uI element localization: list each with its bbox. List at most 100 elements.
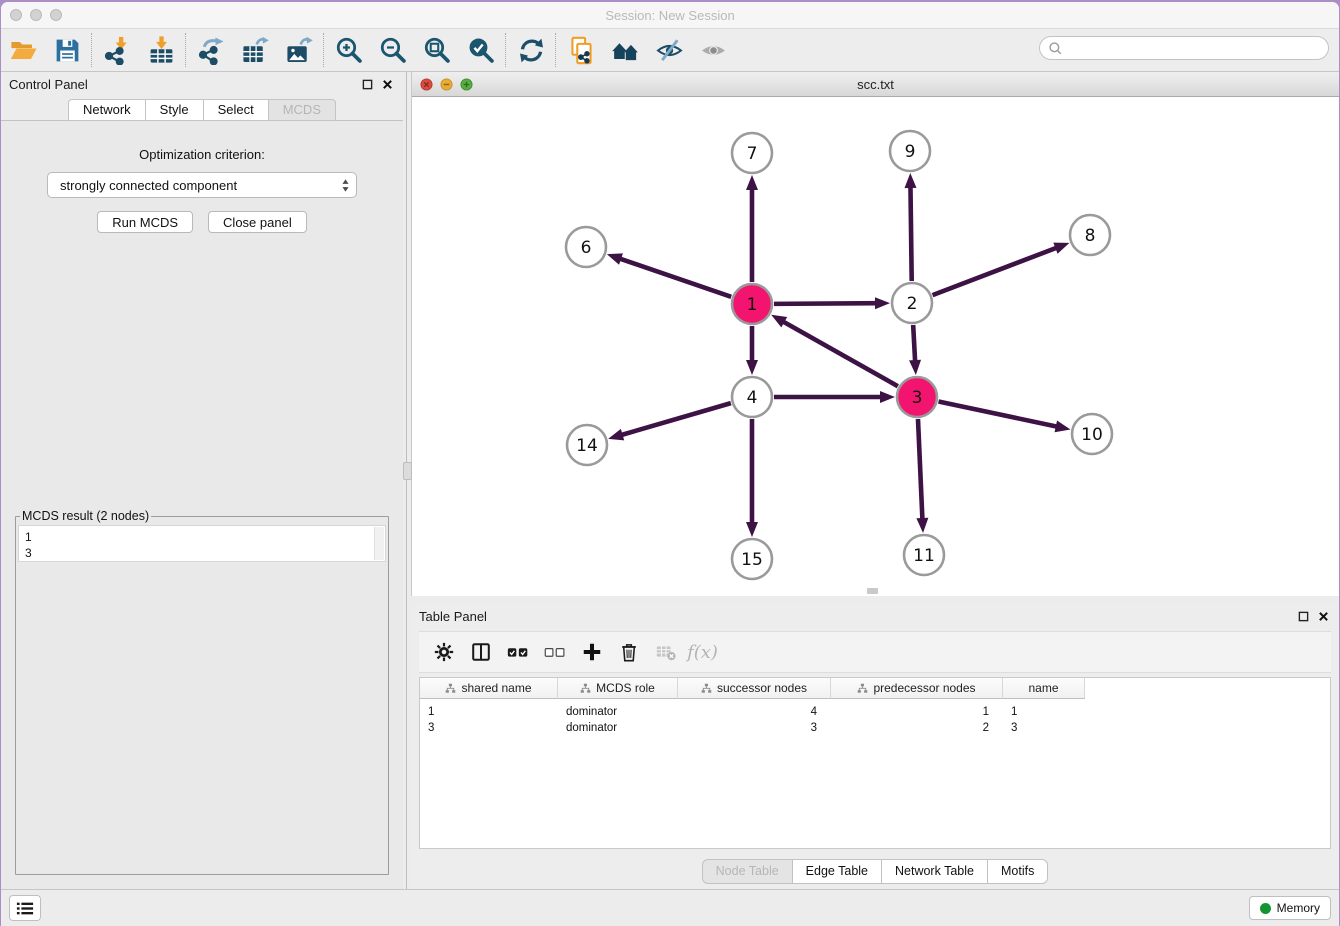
- network-window: scc.txt 7968124314101511: [411, 72, 1339, 596]
- eye-disabled-icon: [699, 36, 728, 65]
- toolbar-separator: [323, 33, 325, 67]
- refresh-layout-button[interactable]: [509, 32, 553, 68]
- create-column-button[interactable]: [573, 636, 610, 668]
- table-cell[interactable]: 3: [420, 722, 558, 734]
- panel-splitter[interactable]: [403, 72, 411, 889]
- edge-arrowhead-icon: [746, 360, 758, 375]
- app-window: Session: New Session: [1, 2, 1339, 926]
- maximize-network-button[interactable]: [460, 78, 473, 91]
- export-table-button[interactable]: [233, 32, 277, 68]
- column-header-name[interactable]: name: [1003, 678, 1085, 699]
- minimize-network-button[interactable]: [440, 78, 453, 91]
- float-table-panel-button[interactable]: [1295, 609, 1311, 625]
- edge-arrowhead-icon: [771, 315, 787, 328]
- search-input[interactable]: [1067, 40, 1328, 56]
- zoom-selected-button[interactable]: [459, 32, 503, 68]
- select-all-columns-button[interactable]: [499, 636, 536, 668]
- network-title: scc.txt: [412, 77, 1339, 92]
- duplicate-network-button[interactable]: [559, 32, 603, 68]
- table-cell[interactable]: 2: [831, 722, 1003, 734]
- delete-columns-button[interactable]: [610, 636, 647, 668]
- close-table-panel-button[interactable]: [1315, 609, 1331, 625]
- network-canvas[interactable]: 7968124314101511: [412, 97, 1339, 596]
- first-neighbors-button[interactable]: [603, 32, 647, 68]
- zoom-in-button[interactable]: [327, 32, 371, 68]
- run-mcds-button[interactable]: Run MCDS: [97, 211, 193, 233]
- result-scrollbar[interactable]: [374, 527, 384, 560]
- column-header-successor-nodes[interactable]: successor nodes: [678, 678, 831, 699]
- zoom-fit-button[interactable]: [415, 32, 459, 68]
- graph-edge-1-2[interactable]: [774, 303, 878, 304]
- hierarchy-sort-icon: [857, 683, 868, 694]
- table-cell[interactable]: dominator: [558, 722, 678, 734]
- save-session-button[interactable]: [45, 32, 89, 68]
- graph-edge-4-14[interactable]: [620, 403, 731, 435]
- table-tab-edge-table[interactable]: Edge Table: [792, 859, 882, 884]
- tab-mcds[interactable]: MCDS: [268, 99, 336, 121]
- unselect-all-columns-button[interactable]: [536, 636, 573, 668]
- table-row[interactable]: 1dominator411: [420, 704, 1330, 720]
- mcds-result-list[interactable]: 1 3: [18, 525, 386, 562]
- table-options-button[interactable]: [425, 636, 462, 668]
- table-tab-network-table[interactable]: Network Table: [881, 859, 988, 884]
- zoom-out-button[interactable]: [371, 32, 415, 68]
- hide-selected-button[interactable]: [647, 32, 691, 68]
- canvas-splitter-thumb[interactable]: [867, 588, 878, 594]
- mcds-result-title: MCDS result (2 nodes): [20, 509, 151, 523]
- memory-button[interactable]: Memory: [1249, 896, 1331, 920]
- open-session-button[interactable]: [1, 32, 45, 68]
- table-cell[interactable]: 3: [1003, 722, 1085, 734]
- table-cell[interactable]: 3: [678, 722, 831, 734]
- edge-arrowhead-icon: [909, 360, 921, 375]
- search-field[interactable]: [1039, 36, 1329, 60]
- edge-arrowhead-icon: [1053, 243, 1069, 254]
- edge-arrowhead-icon: [875, 297, 890, 309]
- column-header-predecessor-nodes[interactable]: predecessor nodes: [831, 678, 1003, 699]
- graph-edge-3-11[interactable]: [918, 419, 923, 521]
- node-label-4: 4: [747, 388, 758, 408]
- tab-select[interactable]: Select: [203, 99, 269, 121]
- network-graph[interactable]: 7968124314101511: [412, 97, 1339, 597]
- table-cell[interactable]: 1: [831, 706, 1003, 718]
- table-cell[interactable]: dominator: [558, 706, 678, 718]
- table-cell[interactable]: 1: [420, 706, 558, 718]
- zoom-selected-icon: [467, 36, 496, 65]
- criterion-select[interactable]: strongly connected component: [47, 172, 357, 198]
- splitter-handle-icon[interactable]: [403, 462, 412, 480]
- save-floppy-icon: [53, 36, 82, 65]
- import-table-button[interactable]: [139, 32, 183, 68]
- graph-edge-2-9[interactable]: [910, 185, 911, 281]
- show-all-button[interactable]: [691, 32, 735, 68]
- graph-edge-2-3[interactable]: [913, 325, 915, 363]
- browse-mode-button[interactable]: [462, 636, 499, 668]
- column-header-shared-name[interactable]: shared name: [420, 678, 558, 699]
- export-image-button[interactable]: [277, 32, 321, 68]
- table-cell[interactable]: 1: [1003, 706, 1085, 718]
- main-toolbar: [1, 29, 1339, 72]
- table-cell[interactable]: 4: [678, 706, 831, 718]
- zoom-in-icon: [335, 36, 364, 65]
- optimization-criterion-label: Optimization criterion:: [1, 147, 403, 162]
- close-network-button[interactable]: [420, 78, 433, 91]
- eye-slash-icon: [655, 36, 684, 65]
- graph-edge-1-6[interactable]: [618, 258, 731, 297]
- network-titlebar: scc.txt: [412, 72, 1339, 97]
- table-tab-node-table[interactable]: Node Table: [702, 859, 793, 884]
- tab-network[interactable]: Network: [68, 99, 146, 121]
- graph-edge-3-1[interactable]: [782, 321, 898, 387]
- close-panel-button-mcds[interactable]: Close panel: [208, 211, 307, 233]
- graph-edge-2-8[interactable]: [933, 247, 1059, 295]
- graph-edge-3-10[interactable]: [939, 402, 1059, 427]
- close-panel-button[interactable]: [379, 77, 395, 93]
- import-network-button[interactable]: [95, 32, 139, 68]
- export-network-button[interactable]: [189, 32, 233, 68]
- table-tab-motifs[interactable]: Motifs: [987, 859, 1048, 884]
- table-panel-header: Table Panel: [411, 604, 1339, 629]
- column-header-MCDS-role[interactable]: MCDS role: [558, 678, 678, 699]
- table-row[interactable]: 3dominator323: [420, 720, 1330, 736]
- task-history-button[interactable]: [9, 895, 41, 921]
- table-tabs: Node TableEdge TableNetwork TableMotifs: [411, 857, 1339, 885]
- horizontal-gap: [411, 596, 1339, 604]
- tab-style[interactable]: Style: [145, 99, 204, 121]
- float-panel-button[interactable]: [359, 77, 375, 93]
